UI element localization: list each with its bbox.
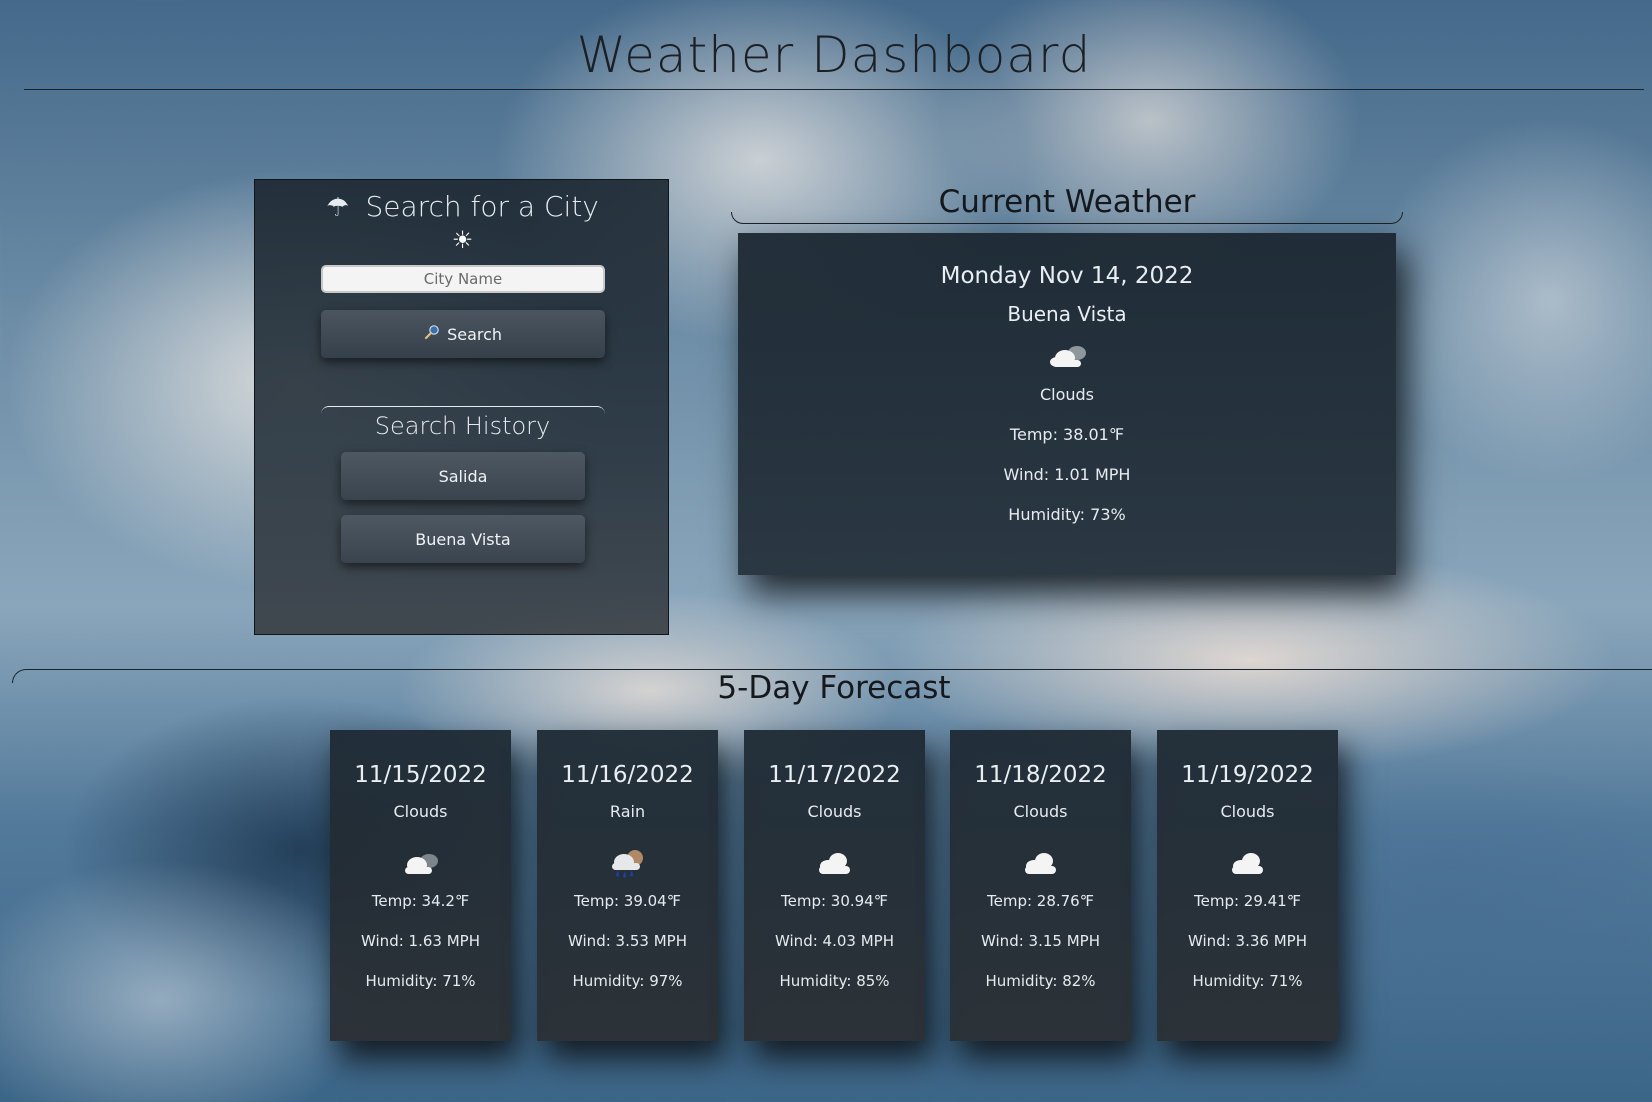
forecast-humidity: Humidity: 82% — [985, 972, 1096, 990]
cloud-icon — [819, 853, 850, 874]
forecast-humidity: Humidity: 85% — [779, 972, 890, 990]
city-name-input[interactable] — [321, 265, 605, 293]
title-divider — [24, 89, 1644, 90]
forecast-card: 11/15/2022 Clouds Temp: 34.2℉ Wind: 1.63… — [330, 730, 511, 1041]
cloud-icon — [1232, 853, 1263, 874]
umbrella-icon: ☂ — [326, 193, 350, 223]
forecast-date: 11/15/2022 — [354, 762, 487, 788]
forecast-humidity: Humidity: 71% — [365, 972, 476, 990]
forecast-wind: Wind: 4.03 MPH — [775, 932, 894, 950]
forecast-description: Clouds — [1013, 802, 1068, 821]
search-button[interactable]: Search — [321, 310, 605, 358]
current-city: Buena Vista — [1007, 302, 1127, 326]
forecast-description: Clouds — [1220, 802, 1275, 821]
search-button-label: Search — [447, 325, 503, 344]
forecast-card: 11/19/2022 Clouds Temp: 29.41℉ Wind: 3.3… — [1157, 730, 1338, 1041]
cloud-icon — [1050, 346, 1086, 367]
forecast-description: Clouds — [393, 802, 448, 821]
search-heading: ☂ Search for a City — [255, 190, 670, 225]
page-title: Weather Dashboard — [576, 26, 1092, 84]
forecast-description: Rain — [609, 802, 646, 821]
forecast-card: 11/16/2022 Rain Temp: 39.04℉ Wind: 3.53 … — [537, 730, 718, 1041]
current-temp: Temp: 38.01℉ — [1009, 425, 1125, 444]
current-weather-divider — [731, 212, 1403, 224]
current-description: Clouds — [1039, 385, 1095, 404]
search-history-heading: Search History — [374, 412, 551, 440]
forecast-wind: Wind: 3.15 MPH — [981, 932, 1100, 950]
history-item-salida[interactable]: Salida — [341, 452, 585, 500]
history-item-buena-vista[interactable]: Buena Vista — [341, 515, 585, 563]
magnifier-icon — [424, 325, 445, 344]
cloud-dark-icon — [405, 854, 438, 874]
search-heading-text: Search for a City — [365, 190, 599, 223]
forecast-heading: 5-Day Forecast — [717, 670, 951, 706]
cloud-icon — [1025, 853, 1056, 874]
forecast-humidity: Humidity: 71% — [1192, 972, 1303, 990]
current-wind: Wind: 1.01 MPH — [1003, 465, 1131, 484]
forecast-temp: Temp: 30.94℉ — [780, 892, 888, 910]
forecast-date: 11/19/2022 — [1181, 762, 1314, 788]
forecast-temp: Temp: 39.04℉ — [573, 892, 681, 910]
current-date: Monday Nov 14, 2022 — [940, 263, 1194, 289]
forecast-wind: Wind: 3.36 MPH — [1188, 932, 1307, 950]
rain-icon — [612, 850, 643, 878]
forecast-date: 11/16/2022 — [561, 762, 694, 788]
forecast-date: 11/17/2022 — [768, 762, 901, 788]
forecast-humidity: Humidity: 97% — [572, 972, 683, 990]
forecast-card: 11/17/2022 Clouds Temp: 30.94℉ Wind: 4.0… — [744, 730, 925, 1041]
sun-icon: ☀ — [451, 226, 474, 254]
forecast-temp: Temp: 29.41℉ — [1193, 892, 1301, 910]
current-weather-card: Monday Nov 14, 2022 Buena Vista Clouds T… — [738, 233, 1396, 575]
forecast-wind: Wind: 1.63 MPH — [361, 932, 480, 950]
forecast-date: 11/18/2022 — [974, 762, 1107, 788]
search-panel: ☂ Search for a City ☀ Search Search Histo… — [254, 179, 669, 635]
forecast-temp: Temp: 28.76℉ — [986, 892, 1094, 910]
current-humidity: Humidity: 73% — [1008, 505, 1126, 524]
forecast-temp: Temp: 34.2℉ — [371, 892, 470, 910]
forecast-description: Clouds — [807, 802, 862, 821]
forecast-wind: Wind: 3.53 MPH — [568, 932, 687, 950]
forecast-card: 11/18/2022 Clouds Temp: 28.76℉ Wind: 3.1… — [950, 730, 1131, 1041]
